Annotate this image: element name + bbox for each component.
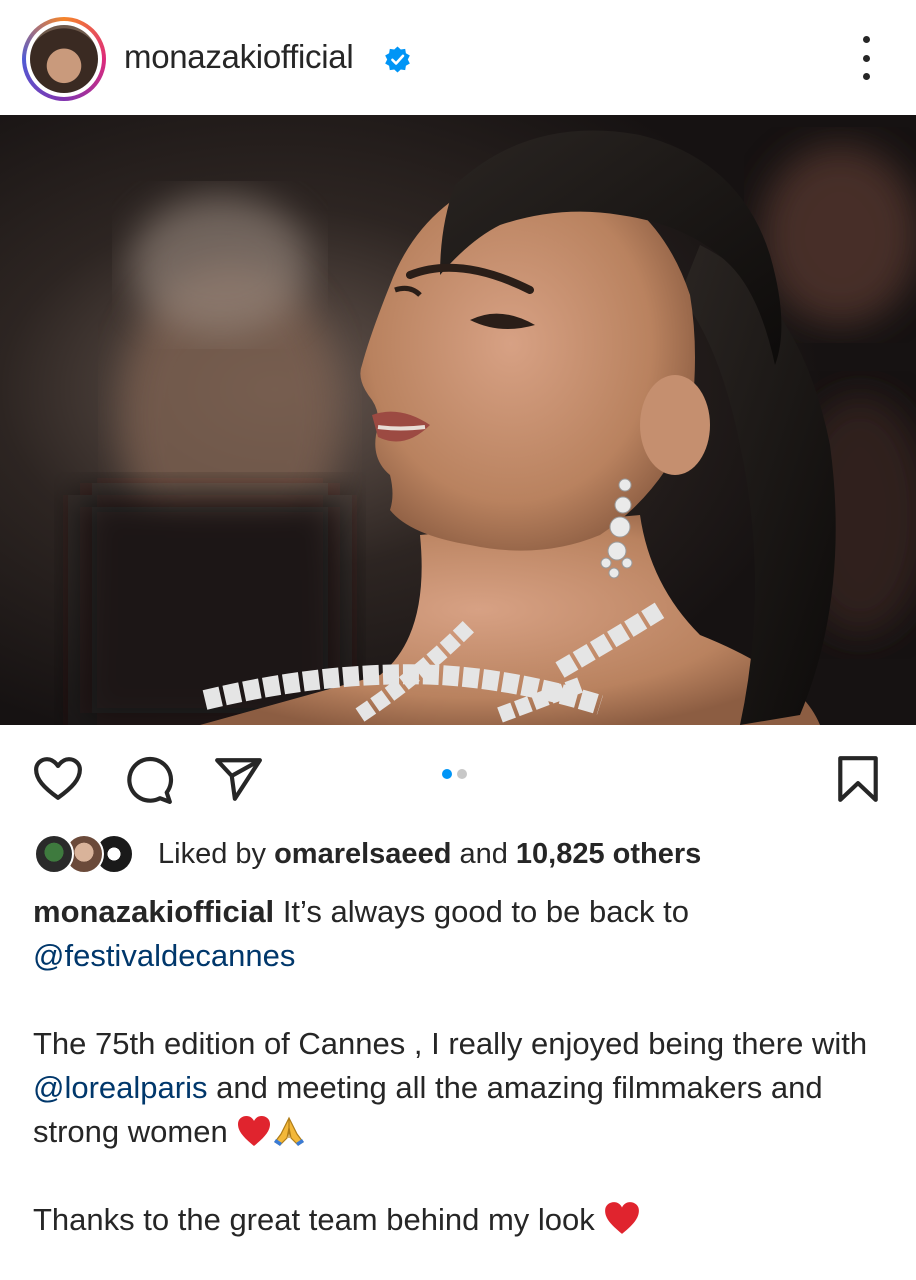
caption-text: It’s always good to be back to xyxy=(282,894,689,929)
mention-link[interactable]: @festivaldecannes xyxy=(33,938,295,973)
post-username[interactable]: monazakiofficial xyxy=(124,38,354,76)
carousel-indicator xyxy=(442,769,467,779)
caption-username[interactable]: monazakiofficial xyxy=(33,894,274,929)
carousel-dot xyxy=(457,769,467,779)
share-icon[interactable] xyxy=(213,756,263,802)
heart-emoji-icon xyxy=(605,1202,640,1234)
praying-hands-emoji-icon xyxy=(274,1116,305,1146)
verified-badge-icon xyxy=(385,46,410,73)
comment-icon[interactable] xyxy=(124,755,174,805)
heart-emoji-icon xyxy=(238,1116,271,1146)
caption-text: The 75th edition of Cannes , I really en… xyxy=(33,1026,868,1061)
liker-avatars xyxy=(34,834,138,874)
mention-link[interactable]: @lorealparis xyxy=(33,1070,207,1105)
post-caption: monazakiofficial It’s always good to be … xyxy=(33,890,893,1242)
post-header: monazakiofficial xyxy=(0,0,916,115)
liker-username[interactable]: omarelsaeed xyxy=(274,838,451,870)
heart-icon[interactable] xyxy=(33,756,83,802)
avatar xyxy=(34,834,74,874)
more-options-icon[interactable] xyxy=(852,36,880,80)
avatar-image xyxy=(30,25,98,93)
bookmark-icon[interactable] xyxy=(835,754,881,804)
likes-count[interactable]: 10,825 others xyxy=(516,838,701,870)
likes-summary[interactable]: Liked by omarelsaeed and 10,825 others xyxy=(34,834,894,874)
post-image[interactable] xyxy=(0,115,916,725)
caption-text: Thanks to the great team behind my look xyxy=(33,1202,595,1237)
likes-text: Liked by omarelsaeed and 10,825 others xyxy=(158,838,702,870)
post-photo-illustration xyxy=(0,115,916,725)
carousel-dot-active xyxy=(442,769,452,779)
profile-avatar[interactable] xyxy=(22,17,106,101)
